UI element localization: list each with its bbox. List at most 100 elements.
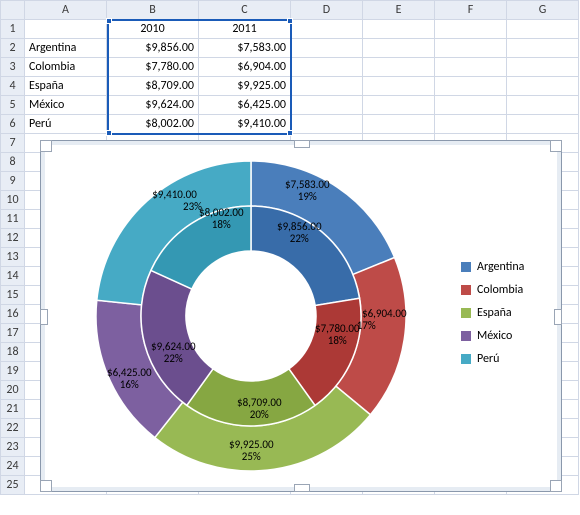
row-header[interactable]: 8 [1,153,25,172]
cell[interactable]: $8,002.00 [107,115,199,134]
cell[interactable] [507,115,579,134]
cell[interactable] [363,39,435,58]
row-header[interactable]: 5 [1,96,25,115]
row-header[interactable]: 3 [1,58,25,77]
legend-swatch-icon [461,262,471,272]
legend-item[interactable]: México [461,329,556,343]
cell[interactable] [435,96,507,115]
col-header[interactable]: F [435,1,507,20]
legend-item[interactable]: Perú [461,352,556,366]
cell[interactable] [507,77,579,96]
data-label: $7,780.0018% [315,323,360,347]
legend-swatch-icon [461,331,471,341]
legend-label: Perú [477,352,499,366]
col-header[interactable]: A [25,1,107,20]
cell[interactable]: España [25,77,107,96]
resize-handle-icon[interactable] [550,140,562,152]
doughnut-chart-object[interactable]: $7,583.0019% $9,856.0022% $6,904.0017% $… [40,140,562,492]
cell[interactable] [435,20,507,39]
row-header[interactable]: 16 [1,305,25,324]
row-header[interactable]: 22 [1,419,25,438]
row-header[interactable]: 4 [1,77,25,96]
cell[interactable]: $7,780.00 [107,58,199,77]
row-header[interactable]: 12 [1,229,25,248]
data-label: $9,856.0022% [277,221,322,245]
row-header[interactable]: 1 [1,20,25,39]
cell[interactable]: $9,925.00 [199,77,291,96]
legend-item[interactable]: España [461,306,556,320]
row-header[interactable]: 7 [1,134,25,153]
legend-item[interactable]: Colombia [461,283,556,297]
row-header[interactable]: 9 [1,172,25,191]
row-header[interactable]: 19 [1,362,25,381]
cell[interactable]: $8,709.00 [107,77,199,96]
cell[interactable]: Colombia [25,58,107,77]
cell[interactable]: Perú [25,115,107,134]
legend-label: España [477,306,512,320]
cell[interactable] [25,20,107,39]
col-header[interactable]: E [363,1,435,20]
chart-plot-area[interactable]: $7,583.0019% $9,856.0022% $6,904.0017% $… [51,149,441,483]
cell[interactable] [291,96,363,115]
cell[interactable] [291,115,363,134]
cell[interactable] [363,77,435,96]
row-header[interactable]: 24 [1,457,25,476]
row-header[interactable]: 10 [1,191,25,210]
cell[interactable]: $9,856.00 [107,39,199,58]
legend-swatch-icon [461,308,471,318]
cell[interactable]: $7,583.00 [199,39,291,58]
cell[interactable] [291,39,363,58]
data-label: $6,904.0017% [362,308,407,332]
cell[interactable] [435,58,507,77]
row-header[interactable]: 11 [1,210,25,229]
row-header[interactable]: 2 [1,39,25,58]
row-header[interactable]: 17 [1,324,25,343]
cell[interactable]: México [25,96,107,115]
row-header[interactable]: 6 [1,115,25,134]
cell[interactable]: 2010 [107,20,199,39]
row-header[interactable]: 14 [1,267,25,286]
col-header[interactable]: G [507,1,579,20]
cell[interactable] [435,115,507,134]
cell[interactable]: 2011 [199,20,291,39]
legend-item[interactable]: Argentina [461,260,556,274]
cell[interactable] [507,20,579,39]
chart-legend[interactable]: Argentina Colombia España México Perú [461,251,556,375]
cell[interactable] [507,58,579,77]
resize-handle-icon[interactable] [294,140,310,148]
resize-handle-icon[interactable] [550,480,562,492]
row-header[interactable]: 20 [1,381,25,400]
cell[interactable] [363,115,435,134]
cell[interactable] [507,39,579,58]
resize-handle-icon[interactable] [294,484,310,492]
row-header[interactable]: 13 [1,248,25,267]
cell[interactable] [435,77,507,96]
row-header[interactable]: 25 [1,476,25,495]
cell[interactable] [291,77,363,96]
row-header[interactable]: 21 [1,400,25,419]
cell[interactable]: $9,410.00 [199,115,291,134]
col-header[interactable]: B [107,1,199,20]
data-label: $7,583.0019% [285,179,330,203]
col-header[interactable]: D [291,1,363,20]
cell[interactable] [291,20,363,39]
cell[interactable] [507,96,579,115]
row-header[interactable]: 15 [1,286,25,305]
cell[interactable]: $6,425.00 [199,96,291,115]
cell[interactable]: Argentina [25,39,107,58]
row-header[interactable]: 23 [1,438,25,457]
select-all-corner[interactable] [1,1,25,20]
col-header[interactable]: C [199,1,291,20]
cell[interactable]: $9,624.00 [107,96,199,115]
cell[interactable] [435,39,507,58]
legend-swatch-icon [461,285,471,295]
data-label: $8,709.0020% [237,397,282,421]
row-header[interactable]: 18 [1,343,25,362]
cell[interactable] [363,96,435,115]
cell[interactable] [363,20,435,39]
cell[interactable]: $6,904.00 [199,58,291,77]
cell[interactable] [291,58,363,77]
cell[interactable] [363,58,435,77]
data-label: $9,925.0025% [229,439,274,463]
resize-handle-icon[interactable] [40,309,48,325]
